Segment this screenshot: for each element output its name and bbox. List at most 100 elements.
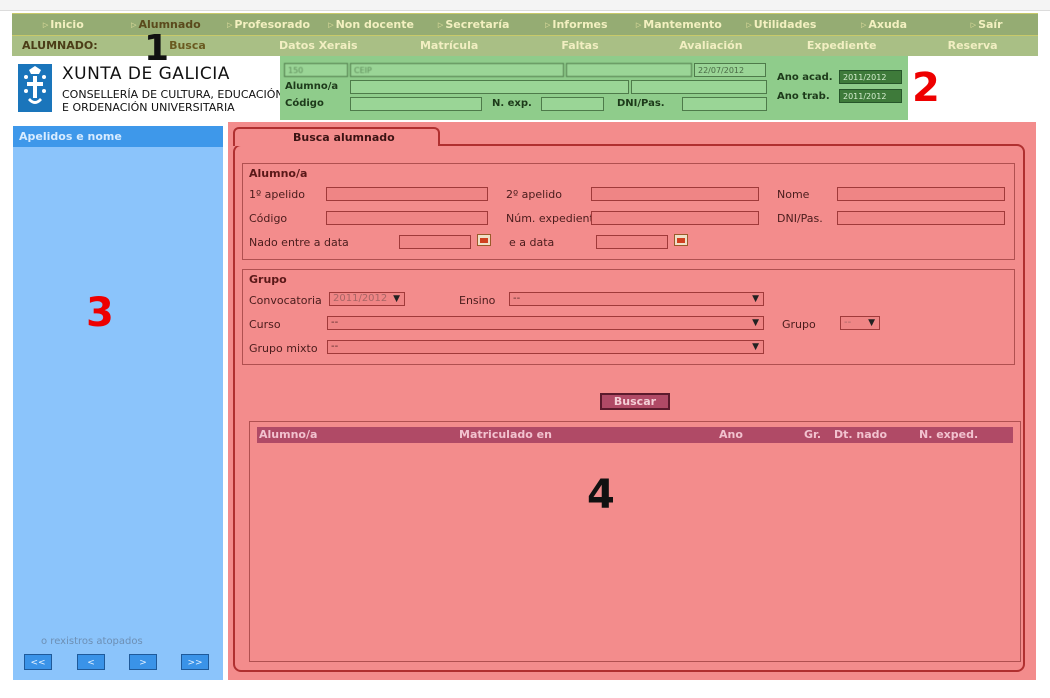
ano-acad-field[interactable]: 2011/2012 xyxy=(839,70,902,84)
ensino-value: -- xyxy=(513,293,521,304)
alumno-legend: Alumno/a xyxy=(249,167,308,180)
num-exp-input[interactable] xyxy=(591,211,759,225)
calendar-icon[interactable] xyxy=(674,234,688,246)
triangle-icon: ▷ xyxy=(42,21,49,29)
menu-item-label: Utilidades xyxy=(753,18,817,31)
menu-item-informes[interactable]: ▷ Informes xyxy=(525,14,628,35)
school-name-field[interactable]: CEIP xyxy=(350,63,564,77)
curso-select[interactable]: -- ▼ xyxy=(327,316,764,330)
menu-item-profesorado[interactable]: ▷ Profesorado xyxy=(217,14,320,35)
student-info-panel: 150 CEIP 22/07/2012 Alumno/a Código N. e… xyxy=(280,56,908,120)
sidebar-footer: o rexistros atopados << < > >> xyxy=(13,636,223,680)
sidebar-header: Apelidos e nome xyxy=(13,126,223,147)
column-header-ano[interactable]: Ano xyxy=(719,427,743,443)
next-page-button[interactable]: > xyxy=(129,654,157,670)
menu-item-non-docente[interactable]: ▷ Non docente xyxy=(320,14,423,35)
alumno-extra-field[interactable] xyxy=(631,80,767,94)
ensino-select[interactable]: -- ▼ xyxy=(509,292,764,306)
nado-entre-label: Nado entre a data xyxy=(249,236,349,249)
ensino-label: Ensino xyxy=(459,294,496,307)
alumno-fieldset: Alumno/a 1º apelido 2º apelido Nome Códi… xyxy=(242,163,1015,260)
convocatoria-label: Convocatoria xyxy=(249,294,322,307)
menu-item-label: Secretaría xyxy=(445,18,510,31)
prev-page-button[interactable]: < xyxy=(77,654,105,670)
codigo-label: Código xyxy=(285,98,324,109)
browser-top-strip xyxy=(0,0,1050,11)
tab-content-frame: Alumno/a 1º apelido 2º apelido Nome Códi… xyxy=(233,144,1025,672)
last-page-button[interactable]: >> xyxy=(181,654,209,670)
menu-item-mantemento[interactable]: ▷ Mantemento xyxy=(628,14,731,35)
dni-field[interactable] xyxy=(682,97,767,111)
triangle-icon: ▷ xyxy=(544,21,551,29)
submenu-item-datos-xerais[interactable]: Datos Xerais xyxy=(253,36,384,56)
codigo-search-input[interactable] xyxy=(326,211,488,225)
menu-item-label: Profesorado xyxy=(234,18,311,31)
results-header: Alumno/a Matriculado en Ano Gr. Dt. nado… xyxy=(257,427,1013,443)
column-header-grupo[interactable]: Gr. xyxy=(804,427,821,443)
marker-3: 3 xyxy=(86,290,114,336)
triangle-icon: ▷ xyxy=(746,21,752,29)
menu-item-utilidades[interactable]: ▷ Utilidades xyxy=(730,14,833,35)
convocatoria-value: 2011/2012 xyxy=(333,293,388,304)
menu-item-label: Non docente xyxy=(335,18,414,31)
menu-item-secretaria[interactable]: ▷ Secretaría xyxy=(422,14,525,35)
nome-input[interactable] xyxy=(837,187,1005,201)
apelido2-label: 2º apelido xyxy=(506,188,562,201)
chevron-down-icon: ▼ xyxy=(868,318,875,328)
submenu-item-matricula[interactable]: Matrícula xyxy=(384,36,515,56)
num-exp-label: Núm. expediente xyxy=(506,212,601,225)
dni-search-label: DNI/Pas. xyxy=(777,212,823,225)
ano-trab-label: Ano trab. xyxy=(777,91,830,102)
grupo-select[interactable]: -- ▼ xyxy=(840,316,880,330)
tab-busca-alumnado[interactable]: Busca alumnado xyxy=(233,127,440,146)
column-header-dt-nado[interactable]: Dt. nado xyxy=(834,427,887,443)
marker-1: 1 xyxy=(144,28,170,69)
submenu-item-avaliacion[interactable]: Avaliación xyxy=(645,36,776,56)
records-count: o rexistros atopados xyxy=(41,636,143,647)
column-header-alumno[interactable]: Alumno/a xyxy=(259,427,317,443)
menu-item-label: Inicio xyxy=(50,18,84,31)
buscar-button[interactable]: Buscar xyxy=(600,393,670,410)
submenu-item-faltas[interactable]: Faltas xyxy=(515,36,646,56)
e-a-data-label: e a data xyxy=(509,236,555,249)
birth-to-input[interactable] xyxy=(596,235,668,249)
triangle-icon: ▷ xyxy=(635,21,642,29)
alumno-label: Alumno/a xyxy=(285,81,339,92)
codigo-field[interactable] xyxy=(350,97,482,111)
alumno-field[interactable] xyxy=(350,80,629,94)
dni-search-input[interactable] xyxy=(837,211,1005,225)
submenu-item-reserva[interactable]: Reserva xyxy=(907,36,1038,56)
triangle-icon: ▷ xyxy=(437,21,444,29)
ano-trab-field[interactable]: 2011/2012 xyxy=(839,89,902,103)
menu-item-label: Axuda xyxy=(868,18,908,31)
search-panel: Alumno/a 1º apelido 2º apelido Nome Códi… xyxy=(228,122,1036,680)
calendar-icon[interactable] xyxy=(477,234,491,246)
submenu-item-expediente[interactable]: Expediente xyxy=(776,36,907,56)
grupo-mixto-select[interactable]: -- ▼ xyxy=(327,340,764,354)
triangle-icon: ▷ xyxy=(131,21,137,29)
submenu-title: ALUMNADO: xyxy=(22,39,98,52)
submenu-item-busca[interactable]: Busca xyxy=(122,36,253,56)
menu-item-axuda[interactable]: ▷ Axuda xyxy=(833,14,936,35)
first-page-button[interactable]: << xyxy=(24,654,52,670)
convocatoria-select[interactable]: 2011/2012 ▼ xyxy=(329,292,405,306)
center-code-field[interactable]: 150 xyxy=(284,63,348,77)
apelido2-input[interactable] xyxy=(591,187,759,201)
nexp-field[interactable] xyxy=(541,97,604,111)
results-sidebar: Apelidos e nome o rexistros atopados << … xyxy=(13,126,223,680)
column-header-matriculado[interactable]: Matriculado en xyxy=(459,427,552,443)
apelido1-input[interactable] xyxy=(326,187,488,201)
column-header-n-exped[interactable]: N. exped. xyxy=(919,427,978,443)
triangle-icon: ▷ xyxy=(328,21,334,29)
birth-from-input[interactable] xyxy=(399,235,471,249)
grupo-fieldset: Grupo Convocatoria 2011/2012 ▼ Ensino -- ▼… xyxy=(242,269,1015,365)
menu-item-label: Informes xyxy=(552,18,608,31)
ano-acad-label: Ano acad. xyxy=(777,72,833,83)
grupo-label: Grupo xyxy=(782,318,816,331)
menu-item-sair[interactable]: ▷ Saír xyxy=(935,14,1038,35)
results-table: Alumno/a Matriculado en Ano Gr. Dt. nado… xyxy=(249,421,1021,662)
place-field[interactable] xyxy=(566,63,692,77)
date-field[interactable]: 22/07/2012 xyxy=(694,63,766,77)
chevron-down-icon: ▼ xyxy=(752,294,759,304)
menu-item-inicio[interactable]: ▷ Inicio xyxy=(12,14,115,35)
